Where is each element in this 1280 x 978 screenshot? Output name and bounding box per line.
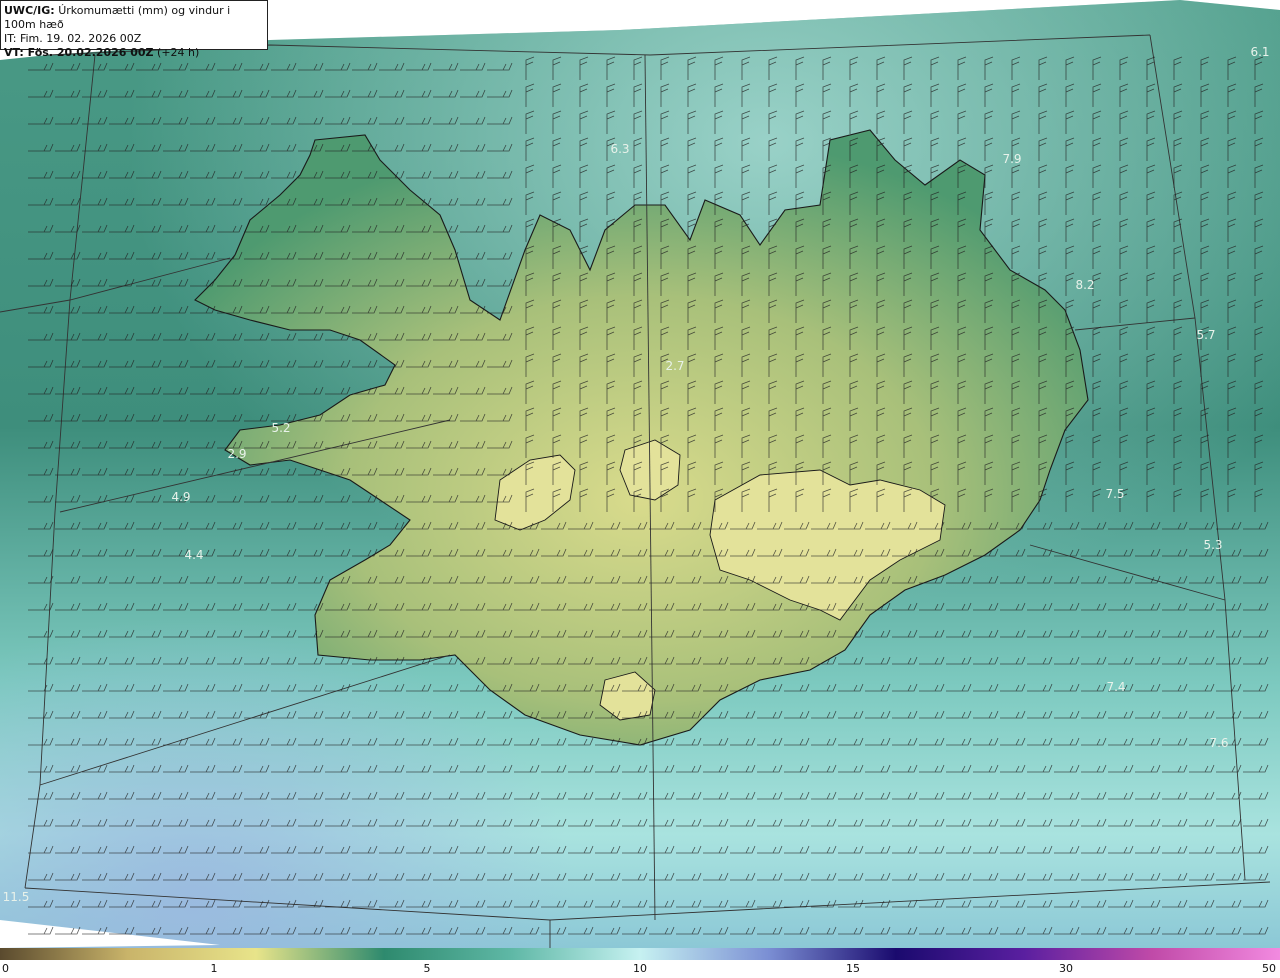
product-code: UWC/IG:: [4, 4, 55, 17]
value-label: 11.5: [3, 890, 30, 904]
value-label: 4.4: [184, 548, 203, 562]
valid-time: VT: Fös. 20.02.2026 00Z: [4, 46, 154, 59]
value-label: 5.3: [1203, 538, 1222, 552]
value-label: 7.4: [1106, 680, 1125, 694]
valid-offset: (+24 h): [157, 46, 200, 59]
colorbar: [0, 948, 1280, 960]
colorbar-tick: 10: [633, 962, 647, 975]
value-label: 7.5: [1105, 487, 1124, 501]
value-label: 5.7: [1196, 328, 1215, 342]
value-label: 2.7: [665, 359, 684, 373]
value-label: 2.9: [227, 447, 246, 461]
colorbar-tick: 50: [1262, 962, 1276, 975]
map-header: UWC/IG: Úrkomumætti (mm) og vindur i 100…: [0, 0, 268, 59]
colorbar-tick: 5: [423, 962, 431, 975]
value-label: 6.1: [1250, 45, 1269, 59]
value-label: 4.9: [171, 490, 190, 504]
colorbar-tick: 15: [846, 962, 860, 975]
value-label: 8.2: [1075, 278, 1094, 292]
colorbar-tick: 1: [210, 962, 218, 975]
value-label: 7.9: [1002, 152, 1021, 166]
value-label: 5.2: [271, 421, 290, 435]
init-time: IT: Fim. 19. 02. 2026 00Z: [4, 32, 142, 45]
value-label: 7.6: [1209, 736, 1228, 750]
colorbar-ticks: 0 1 5 10 15 30 50: [0, 962, 1280, 978]
colorbar-tick: 0: [2, 962, 9, 975]
colorbar-tick: 30: [1059, 962, 1073, 975]
weather-map: 6.1 6.3 7.9 8.2 5.7 2.7 5.2 2.9 4.9 4.4 7.5 5.3 7.4 7…: [0, 0, 1280, 948]
value-label: 6.3: [610, 142, 629, 156]
